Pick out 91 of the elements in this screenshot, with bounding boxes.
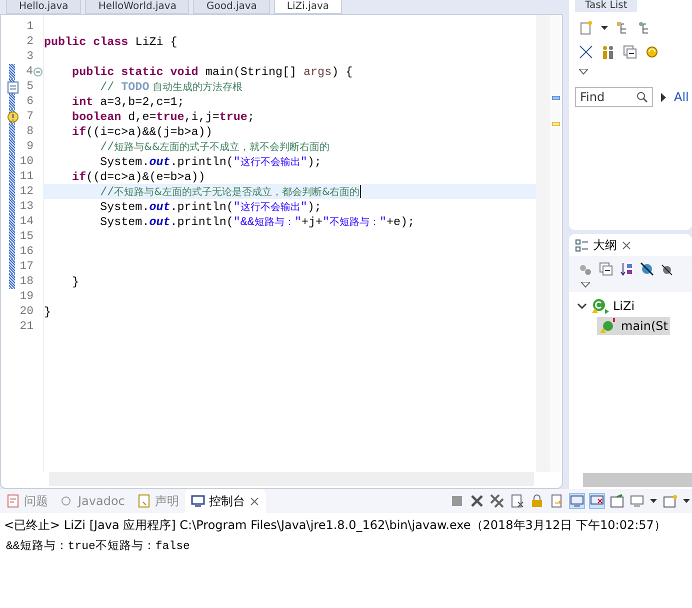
console-output: &&短路与：true不短路与：false xyxy=(5,538,191,555)
code-line: } xyxy=(71,274,80,288)
editor-tab[interactable]: Hello.java xyxy=(6,0,82,14)
vertical-scrollbar[interactable] xyxy=(536,15,550,472)
caret-icon[interactable] xyxy=(650,499,657,503)
close-icon[interactable] xyxy=(248,496,260,506)
chevron-down-icon[interactable] xyxy=(577,302,587,310)
line-number: 13 xyxy=(18,200,34,213)
editor-tab[interactable]: Good.java xyxy=(193,0,270,14)
line-number: 10 xyxy=(18,155,34,168)
line-number: 2 xyxy=(26,35,34,48)
cross-icon[interactable] xyxy=(470,494,484,508)
tree-item[interactable]: LiZi xyxy=(575,297,637,315)
circles-icon[interactable] xyxy=(579,262,592,276)
line-number: 19 xyxy=(18,290,34,303)
code-line: int a=3,b=2,c=1; xyxy=(71,94,184,108)
search-icon xyxy=(636,91,648,103)
line-number: 8 xyxy=(26,125,34,138)
line-number: 14 xyxy=(18,215,34,228)
code-line: if((d=c>a)&(e=b>a)) xyxy=(71,170,206,184)
clear-page-icon[interactable] xyxy=(510,494,524,508)
double-cross-icon[interactable] xyxy=(490,494,504,508)
code-line: System.out.println("这行不会输出"); xyxy=(99,154,322,168)
filter-link[interactable]: All xyxy=(674,90,689,104)
new-window-icon[interactable] xyxy=(663,494,677,508)
code-line: //短路与&&左面的式子不成立，就不会判断右面的 xyxy=(99,140,330,154)
wrap-page-icon[interactable] xyxy=(550,494,564,508)
collapse-all-icon[interactable] xyxy=(599,262,613,276)
line-number: 20 xyxy=(18,305,34,318)
method-icon xyxy=(599,318,617,334)
new-page-icon[interactable] xyxy=(579,20,593,35)
crossed-line-icon[interactable] xyxy=(579,45,593,59)
warning-marker-icon[interactable] xyxy=(552,122,560,126)
collapse-all-icon[interactable] xyxy=(623,45,637,59)
code-line: // TODO 自动生成的方法存根 xyxy=(99,80,242,94)
code-line: public class LiZi { xyxy=(44,34,178,48)
search-field[interactable]: Find xyxy=(575,87,653,107)
warning-icon xyxy=(6,110,19,122)
triangle-icon xyxy=(661,92,666,102)
outline-icon xyxy=(575,238,589,252)
line-number: 21 xyxy=(18,320,34,333)
code-line: System.out.println("&&短路与："+j+"不短路与："+e); xyxy=(99,214,415,228)
line-number: 4 xyxy=(25,65,33,78)
line-number: 16 xyxy=(18,245,34,258)
tree-item[interactable]: main(St xyxy=(597,317,670,335)
panel-tab[interactable]: 控制台 xyxy=(184,489,266,513)
editor-tab[interactable]: HelloWorld.java xyxy=(85,0,190,14)
code-line: if((i=c>a)&&(j=b>a)) xyxy=(71,124,212,138)
dropdown-icon[interactable] xyxy=(579,69,588,75)
code-line: //不短路与&左面的式子无论是否成立，都会判断&右面的 xyxy=(99,184,361,198)
console-header: <已终止> LiZi [Java 应用程序] C:\Program Files\Java\jre1.8.0_162\bin\javaw.exe（2018年3月12日 下午10:02:57） xyxy=(3,517,667,534)
line-number: 3 xyxy=(26,50,34,63)
line-number: 12 xyxy=(18,185,34,198)
lock-icon[interactable] xyxy=(530,494,544,508)
people-icon[interactable] xyxy=(601,45,615,59)
line-number: 11 xyxy=(18,170,34,183)
hide-fields-icon[interactable] xyxy=(640,262,654,276)
line-number: 7 xyxy=(26,110,34,123)
line-number: 5 xyxy=(26,80,34,93)
problems-icon xyxy=(6,494,20,508)
stop-icon[interactable] xyxy=(450,494,464,508)
declaration-icon xyxy=(136,494,151,508)
code-line: } xyxy=(44,304,52,318)
collapse-icon[interactable] xyxy=(33,66,43,76)
line-number: 6 xyxy=(26,95,34,108)
hide-static-icon[interactable] xyxy=(661,262,674,276)
pin-window-icon[interactable] xyxy=(610,494,624,508)
caret-icon[interactable] xyxy=(601,26,608,30)
monitor-error-icon[interactable] xyxy=(590,494,604,508)
class-icon xyxy=(591,298,609,314)
line-number: 18 xyxy=(18,275,34,288)
sync-icon[interactable] xyxy=(645,45,659,59)
monitor-icon xyxy=(190,494,205,508)
caret-icon[interactable] xyxy=(683,499,690,503)
horizontal-scrollbar[interactable] xyxy=(583,473,692,487)
code-line: boolean d,e=true,i,j=true; xyxy=(71,110,254,124)
monitor-icon[interactable] xyxy=(570,494,584,508)
line-number: 15 xyxy=(18,230,34,243)
line-number: 1 xyxy=(26,20,34,33)
monitor-icon[interactable] xyxy=(630,494,644,508)
code-line: System.out.println("这行不会输出"); xyxy=(99,200,322,214)
dropdown-icon[interactable] xyxy=(581,282,590,288)
task-icon xyxy=(6,80,19,94)
editor-tab[interactable]: LiZi.java xyxy=(274,0,342,14)
task-marker-icon[interactable] xyxy=(552,96,560,100)
panel-tab[interactable]: Task List xyxy=(575,0,638,12)
sort-icon[interactable] xyxy=(620,262,633,276)
close-icon[interactable] xyxy=(621,240,632,250)
code-line: public static void main(String[] args) { xyxy=(71,64,353,78)
line-number: 17 xyxy=(18,260,34,273)
line-number: 9 xyxy=(26,140,34,153)
